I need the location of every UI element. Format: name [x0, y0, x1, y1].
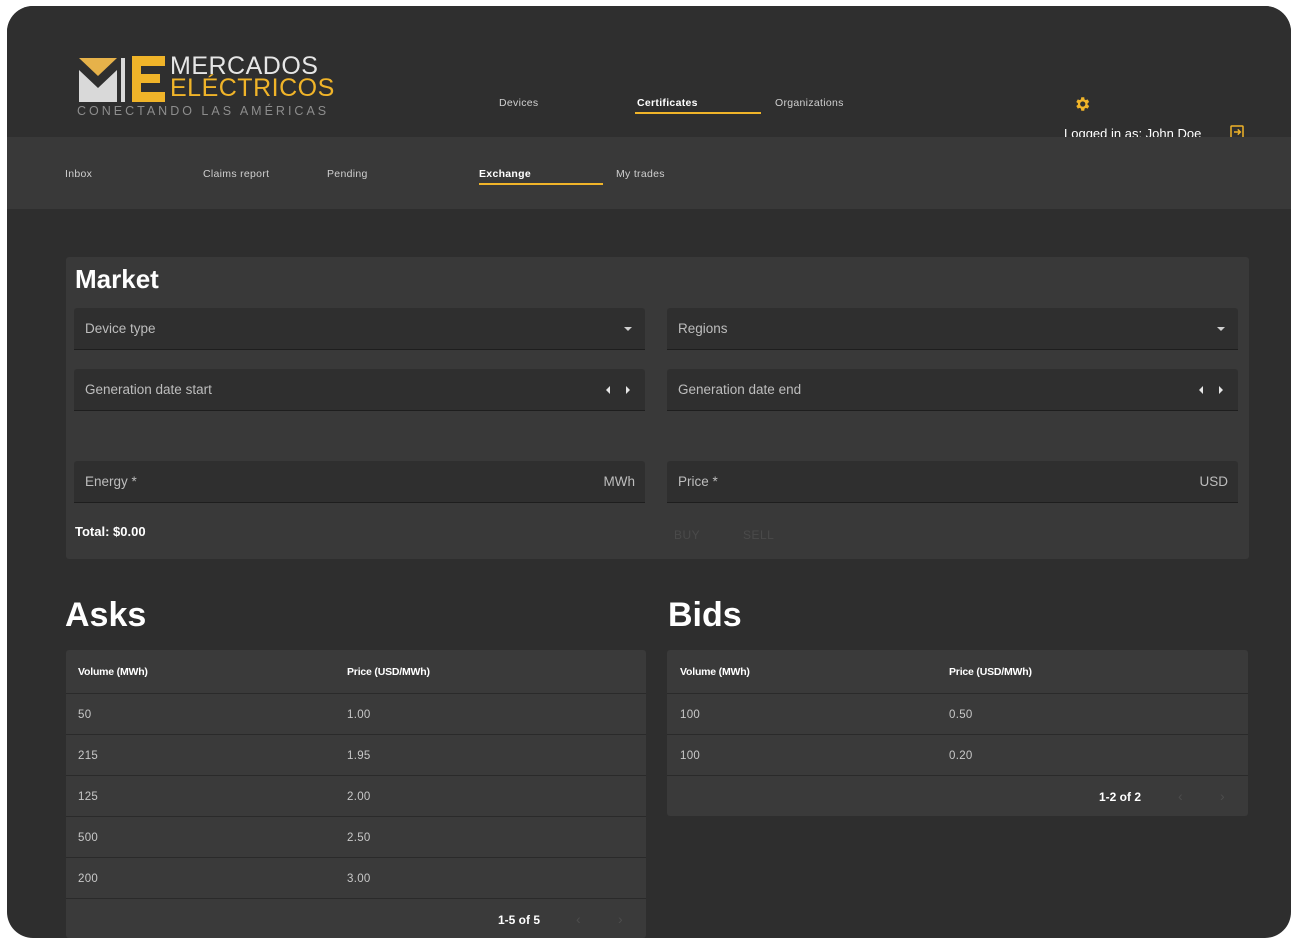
- bids-table: Volume (MWh) Price (USD/MWh) 100 0.50 10…: [667, 650, 1248, 816]
- table-row[interactable]: 50 1.00: [66, 694, 646, 735]
- chevron-down-icon: [1217, 327, 1225, 331]
- price-input[interactable]: Price * USD: [667, 461, 1238, 503]
- date-arrows: [606, 385, 630, 395]
- tab-claims-report[interactable]: Claims report: [203, 168, 269, 180]
- table-header: Volume (MWh) Price (USD/MWh): [66, 650, 646, 694]
- prev-page-icon[interactable]: ‹: [1178, 788, 1183, 804]
- nav-certificates[interactable]: Certificates: [637, 97, 698, 109]
- device-type-label: Device type: [85, 321, 156, 336]
- price-label: Price *: [678, 474, 718, 489]
- generation-date-start-label: Generation date start: [85, 382, 212, 397]
- chevron-down-icon: [624, 327, 632, 331]
- chevron-right-icon[interactable]: [626, 386, 630, 394]
- table-row[interactable]: 100 0.50: [667, 694, 1248, 735]
- generation-date-end-label: Generation date end: [678, 382, 802, 397]
- price-unit: USD: [1199, 474, 1228, 489]
- bids-title: Bids: [668, 596, 742, 634]
- cell-price: 0.20: [949, 750, 973, 762]
- cell-price: 0.50: [949, 709, 973, 721]
- generation-date-end-picker[interactable]: Generation date end: [667, 369, 1238, 411]
- buy-button[interactable]: BUY: [674, 528, 700, 542]
- cell-volume: 500: [78, 832, 99, 844]
- cell-volume: 100: [680, 709, 701, 721]
- device-type-select[interactable]: Device type: [74, 308, 645, 350]
- nav-devices[interactable]: Devices: [499, 97, 538, 109]
- energy-input[interactable]: Energy * MWh: [74, 461, 645, 503]
- column-header-volume[interactable]: Volume (MWh): [680, 666, 750, 678]
- table-pagination: 1-5 of 5 ‹ ›: [66, 899, 646, 938]
- asks-table: Volume (MWh) Price (USD/MWh) 50 1.00 215…: [66, 650, 646, 938]
- chevron-left-icon[interactable]: [606, 386, 610, 394]
- column-header-price[interactable]: Price (USD/MWh): [949, 666, 1032, 678]
- cell-price: 1.95: [347, 750, 371, 762]
- gear-icon[interactable]: [1073, 95, 1091, 113]
- chevron-right-icon[interactable]: [1219, 386, 1223, 394]
- column-header-price[interactable]: Price (USD/MWh): [347, 666, 430, 678]
- tab-exchange[interactable]: Exchange: [479, 168, 531, 180]
- table-header: Volume (MWh) Price (USD/MWh): [667, 650, 1248, 694]
- table-pagination: 1-2 of 2 ‹ ›: [667, 776, 1248, 817]
- chevron-left-icon[interactable]: [1199, 386, 1203, 394]
- table-row[interactable]: 125 2.00: [66, 776, 646, 817]
- next-page-icon[interactable]: ›: [1220, 788, 1225, 804]
- cell-volume: 100: [680, 750, 701, 762]
- brand-name-line2: ELÉCTRICOS: [170, 74, 335, 102]
- app-window: MERCADOS ELÉCTRICOS CONECTANDO LAS AMÉRI…: [7, 6, 1291, 938]
- date-arrows: [1199, 385, 1223, 395]
- tab-inbox[interactable]: Inbox: [65, 168, 92, 180]
- energy-label: Energy *: [85, 474, 137, 489]
- sub-nav-active-indicator: [479, 183, 603, 185]
- cell-price: 3.00: [347, 873, 371, 885]
- column-header-volume[interactable]: Volume (MWh): [78, 666, 148, 678]
- regions-select[interactable]: Regions: [667, 308, 1238, 350]
- next-page-icon[interactable]: ›: [618, 911, 623, 927]
- energy-unit: MWh: [603, 474, 636, 489]
- cell-price: 2.00: [347, 791, 371, 803]
- regions-label: Regions: [678, 321, 728, 336]
- brand-logo[interactable]: MERCADOS ELÉCTRICOS CONECTANDO LAS AMÉRI…: [77, 50, 337, 122]
- prev-page-icon[interactable]: ‹: [576, 911, 581, 927]
- asks-title: Asks: [65, 596, 147, 634]
- table-row[interactable]: 215 1.95: [66, 735, 646, 776]
- cell-volume: 125: [78, 791, 99, 803]
- cell-price: 2.50: [347, 832, 371, 844]
- order-total: Total: $0.00: [75, 524, 146, 539]
- pagination-info: 1-2 of 2: [1099, 790, 1142, 804]
- table-row[interactable]: 100 0.20: [667, 735, 1248, 776]
- cell-volume: 200: [78, 873, 99, 885]
- tab-my-trades[interactable]: My trades: [616, 168, 665, 180]
- brand-tagline: CONECTANDO LAS AMÉRICAS: [77, 104, 330, 118]
- tab-pending[interactable]: Pending: [327, 168, 368, 180]
- nav-organizations[interactable]: Organizations: [775, 97, 844, 109]
- cell-volume: 50: [78, 709, 92, 721]
- pagination-info: 1-5 of 5: [498, 913, 541, 927]
- nav-active-indicator: [635, 112, 761, 114]
- market-title: Market: [75, 264, 159, 294]
- generation-date-start-picker[interactable]: Generation date start: [74, 369, 645, 411]
- sell-button[interactable]: SELL: [743, 528, 774, 542]
- cell-volume: 215: [78, 750, 99, 762]
- cell-price: 1.00: [347, 709, 371, 721]
- table-row[interactable]: 500 2.50: [66, 817, 646, 858]
- table-row[interactable]: 200 3.00: [66, 858, 646, 899]
- logo-mark-icon: [79, 56, 165, 102]
